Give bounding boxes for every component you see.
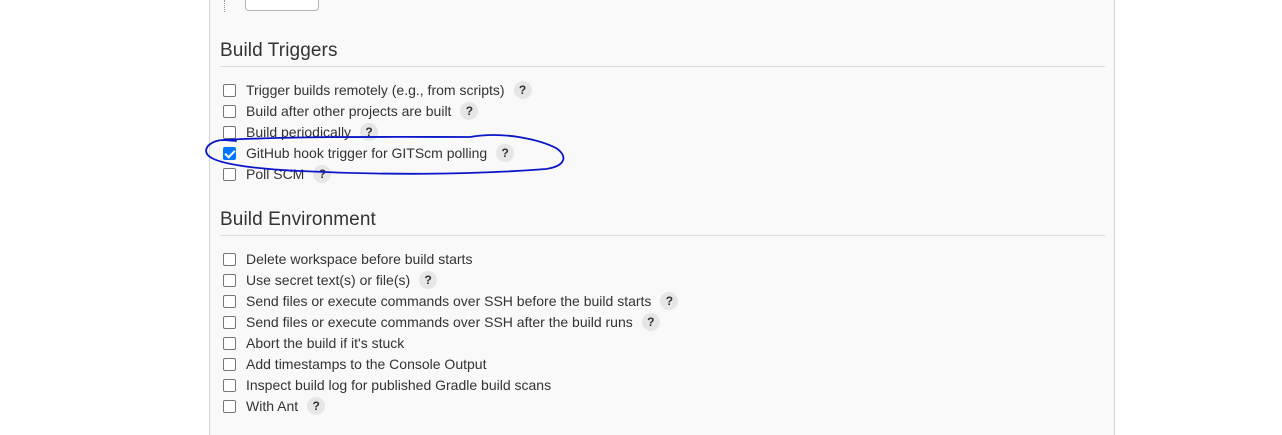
help-icon[interactable]: ? <box>460 102 479 120</box>
delete-workspace-checkbox[interactable] <box>223 252 236 266</box>
gradle-scans-label[interactable]: Inspect build log for published Gradle b… <box>246 377 551 393</box>
help-icon[interactable]: ? <box>660 292 679 310</box>
trigger-remote-label[interactable]: Trigger builds remotely (e.g., from scri… <box>246 82 505 98</box>
build-environment-title: Build Environment <box>220 209 376 230</box>
gradle-scans-option[interactable]: Inspect build log for published Gradle b… <box>223 375 551 395</box>
abort-stuck-option[interactable]: Abort the build if it's stuck <box>223 333 404 353</box>
delete-workspace-label[interactable]: Delete workspace before build starts <box>246 251 472 267</box>
use-secret-checkbox[interactable] <box>223 273 236 287</box>
ssh-after-option[interactable]: Send files or execute commands over SSH … <box>223 312 660 332</box>
timestamps-label[interactable]: Add timestamps to the Console Output <box>246 356 486 372</box>
help-icon[interactable]: ? <box>419 271 438 289</box>
timestamps-option[interactable]: Add timestamps to the Console Output <box>223 354 486 374</box>
build-after-other-option[interactable]: Build after other projects are built ? <box>223 101 479 121</box>
ssh-before-checkbox[interactable] <box>223 294 236 308</box>
config-page: Build Triggers Trigger builds remotely (… <box>0 0 1282 435</box>
previous-section-field[interactable] <box>245 0 319 11</box>
poll-scm-label[interactable]: Poll SCM <box>246 166 304 182</box>
with-ant-label[interactable]: With Ant <box>246 398 298 414</box>
ssh-after-checkbox[interactable] <box>223 315 236 329</box>
timestamps-checkbox[interactable] <box>223 357 236 371</box>
help-icon[interactable]: ? <box>313 165 332 183</box>
build-environment-divider <box>220 235 1105 236</box>
use-secret-option[interactable]: Use secret text(s) or file(s) ? <box>223 270 438 290</box>
github-hook-trigger-option[interactable]: GitHub hook trigger for GITScm polling ? <box>223 143 515 163</box>
help-icon[interactable]: ? <box>496 144 515 162</box>
abort-stuck-label[interactable]: Abort the build if it's stuck <box>246 335 404 351</box>
abort-stuck-checkbox[interactable] <box>223 336 236 350</box>
build-triggers-title: Build Triggers <box>220 40 338 61</box>
trigger-remote-option[interactable]: Trigger builds remotely (e.g., from scri… <box>223 80 532 100</box>
help-icon[interactable]: ? <box>307 397 326 415</box>
gradle-scans-checkbox[interactable] <box>223 378 236 392</box>
delete-workspace-option[interactable]: Delete workspace before build starts <box>223 249 472 269</box>
tree-connector <box>224 0 227 12</box>
with-ant-checkbox[interactable] <box>223 399 236 413</box>
help-icon[interactable]: ? <box>513 81 532 99</box>
help-icon[interactable]: ? <box>641 313 660 331</box>
build-after-other-label[interactable]: Build after other projects are built <box>246 103 451 119</box>
ssh-before-label[interactable]: Send files or execute commands over SSH … <box>246 293 651 309</box>
ssh-after-label[interactable]: Send files or execute commands over SSH … <box>246 314 633 330</box>
poll-scm-checkbox[interactable] <box>223 167 236 181</box>
build-periodically-label[interactable]: Build periodically <box>246 124 351 140</box>
github-hook-trigger-label[interactable]: GitHub hook trigger for GITScm polling <box>246 145 487 161</box>
build-after-other-checkbox[interactable] <box>223 104 236 118</box>
build-periodically-option[interactable]: Build periodically ? <box>223 122 379 142</box>
build-periodically-checkbox[interactable] <box>223 125 236 139</box>
github-hook-trigger-checkbox[interactable] <box>223 146 236 160</box>
ssh-before-option[interactable]: Send files or execute commands over SSH … <box>223 291 679 311</box>
trigger-remote-checkbox[interactable] <box>223 83 236 97</box>
help-icon[interactable]: ? <box>360 123 379 141</box>
poll-scm-option[interactable]: Poll SCM ? <box>223 164 332 184</box>
build-triggers-divider <box>220 66 1105 67</box>
with-ant-option[interactable]: With Ant ? <box>223 396 326 416</box>
use-secret-label[interactable]: Use secret text(s) or file(s) <box>246 272 410 288</box>
